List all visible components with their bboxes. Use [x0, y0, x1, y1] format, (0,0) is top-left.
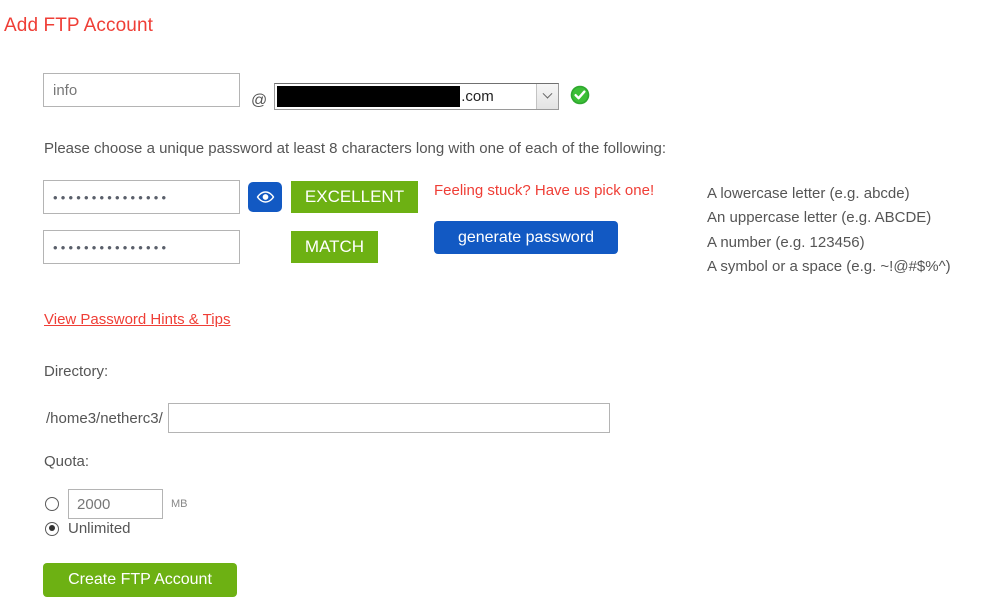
directory-label: Directory:	[44, 363, 109, 380]
password-requirements-list: A lowercase letter (e.g. abcde) An upper…	[707, 182, 951, 279]
directory-prefix: /home3/netherc3/	[46, 409, 163, 427]
quota-label: Quota:	[44, 453, 90, 470]
requirement-item: A number (e.g. 123456)	[707, 233, 865, 251]
quota-unlimited-radio[interactable]	[45, 521, 59, 536]
password-instructions: Please choose a unique password at least…	[44, 140, 667, 157]
eye-icon[interactable]	[248, 182, 282, 212]
ftp-login-row: @ .com	[43, 73, 590, 118]
quota-unlimited-row: Unlimited	[45, 520, 131, 537]
feeling-stuck-text: Feeling stuck? Have us pick one!	[434, 182, 655, 199]
directory-input[interactable]	[167, 403, 610, 433]
domain-select[interactable]: .com	[274, 83, 560, 110]
redacted-domain-bar	[277, 86, 461, 107]
requirement-item: A symbol or a space (e.g. ~!@#$%^)	[707, 257, 951, 275]
password-confirm-input[interactable]	[43, 230, 240, 264]
password-strength-badge: EXCELLENT	[291, 181, 418, 213]
at-symbol: @	[251, 92, 268, 109]
directory-row: /home3/netherc3/	[46, 403, 610, 433]
generate-password-button[interactable]: generate password	[434, 221, 618, 254]
green-check-circle-icon	[570, 85, 590, 105]
create-ftp-account-button[interactable]: Create FTP Account	[43, 563, 237, 597]
password-match-badge: MATCH	[291, 231, 378, 263]
page-title: Add FTP Account	[4, 14, 154, 36]
username-input[interactable]	[43, 73, 240, 107]
quota-unlimited-label: Unlimited	[68, 520, 131, 537]
quota-mb-row: MB	[45, 489, 188, 519]
password-hints-link[interactable]: View Password Hints & Tips	[44, 311, 230, 328]
requirement-item: A lowercase letter (e.g. abcde)	[707, 185, 910, 202]
chevron-down-icon[interactable]	[536, 84, 559, 109]
quota-mb-radio[interactable]	[45, 497, 59, 511]
requirement-item: An uppercase letter (e.g. ABCDE)	[707, 209, 932, 227]
quota-unit-label: MB	[171, 498, 188, 510]
password-input[interactable]	[43, 180, 240, 214]
quota-mb-input[interactable]	[68, 489, 163, 519]
domain-tld: .com	[461, 88, 494, 105]
